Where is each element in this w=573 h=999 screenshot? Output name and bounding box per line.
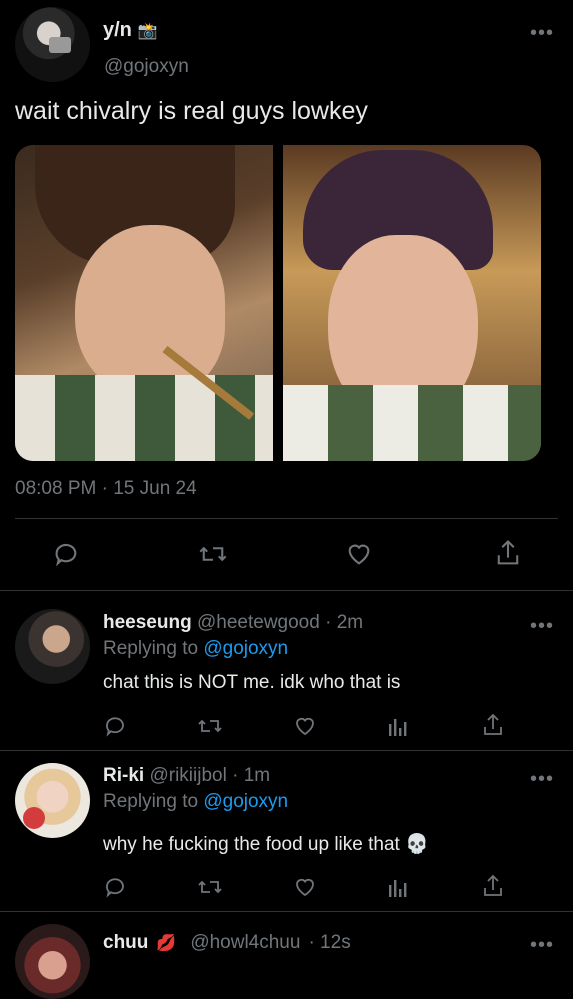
reply-text: chat this is NOT me. idk who that is — [103, 672, 401, 693]
retweet-icon[interactable] — [197, 714, 223, 738]
replying-to-label: Replying to — [103, 791, 199, 812]
analytics-icon[interactable] — [387, 716, 409, 738]
reply-text: why he fucking the food up like that — [103, 834, 400, 855]
replying-to-link[interactable]: @gojoxyn — [203, 791, 288, 812]
share-icon[interactable] — [481, 712, 505, 738]
retweet-icon[interactable] — [197, 875, 223, 899]
reply-handle[interactable]: @heetewgood — [197, 612, 320, 633]
more-options-icon[interactable]: ••• — [530, 769, 554, 789]
reply-time[interactable]: · 12s — [308, 932, 350, 954]
reply-display-name[interactable]: heeseung — [103, 612, 192, 633]
more-options-icon[interactable]: ••• — [530, 616, 554, 636]
author-avatar[interactable] — [15, 7, 90, 82]
replying-to-link[interactable]: @gojoxyn — [203, 638, 288, 659]
reply-avatar[interactable] — [15, 763, 90, 838]
like-icon[interactable] — [292, 714, 318, 738]
reply-handle[interactable]: @howl4chuu — [190, 932, 300, 954]
tweet-photo-right[interactable] — [283, 145, 541, 461]
more-options-icon[interactable]: ••• — [530, 935, 554, 955]
tweet-timestamp[interactable]: 08:08 PM · 15 Jun 24 — [15, 478, 197, 500]
divider — [0, 590, 573, 591]
reply-icon[interactable] — [103, 714, 127, 738]
camera-emoji-icon: 📸 — [137, 22, 158, 40]
like-icon[interactable] — [292, 875, 318, 899]
reply-icon[interactable] — [103, 875, 127, 899]
replying-to-label: Replying to — [103, 638, 199, 659]
divider — [15, 518, 558, 519]
divider — [0, 911, 573, 912]
reply-avatar[interactable] — [15, 924, 90, 999]
like-icon[interactable] — [344, 540, 374, 568]
reply-icon[interactable] — [52, 540, 80, 568]
retweet-icon[interactable] — [198, 540, 228, 568]
author-display-name[interactable]: y/n — [103, 19, 132, 42]
reply-handle[interactable]: @rikiijbol — [149, 765, 226, 786]
reply-display-name[interactable]: chuu — [103, 932, 148, 954]
analytics-icon[interactable] — [387, 877, 409, 899]
share-icon[interactable] — [494, 538, 522, 568]
skull-emoji-icon: 💀 — [405, 834, 429, 855]
share-icon[interactable] — [481, 873, 505, 899]
reply-time[interactable]: · 1m — [232, 765, 270, 786]
reply-time[interactable]: · 2m — [325, 612, 363, 633]
author-handle[interactable]: @gojoxyn — [104, 56, 189, 78]
lips-emoji-icon: 💋 — [156, 935, 177, 952]
tweet-text: wait chivalry is real guys lowkey — [15, 97, 368, 125]
tweet-photo-left[interactable] — [15, 145, 273, 461]
reply-display-name[interactable]: Ri-ki — [103, 765, 144, 786]
divider — [0, 750, 573, 751]
more-options-icon[interactable]: ••• — [530, 23, 554, 43]
reply-avatar[interactable] — [15, 609, 90, 684]
